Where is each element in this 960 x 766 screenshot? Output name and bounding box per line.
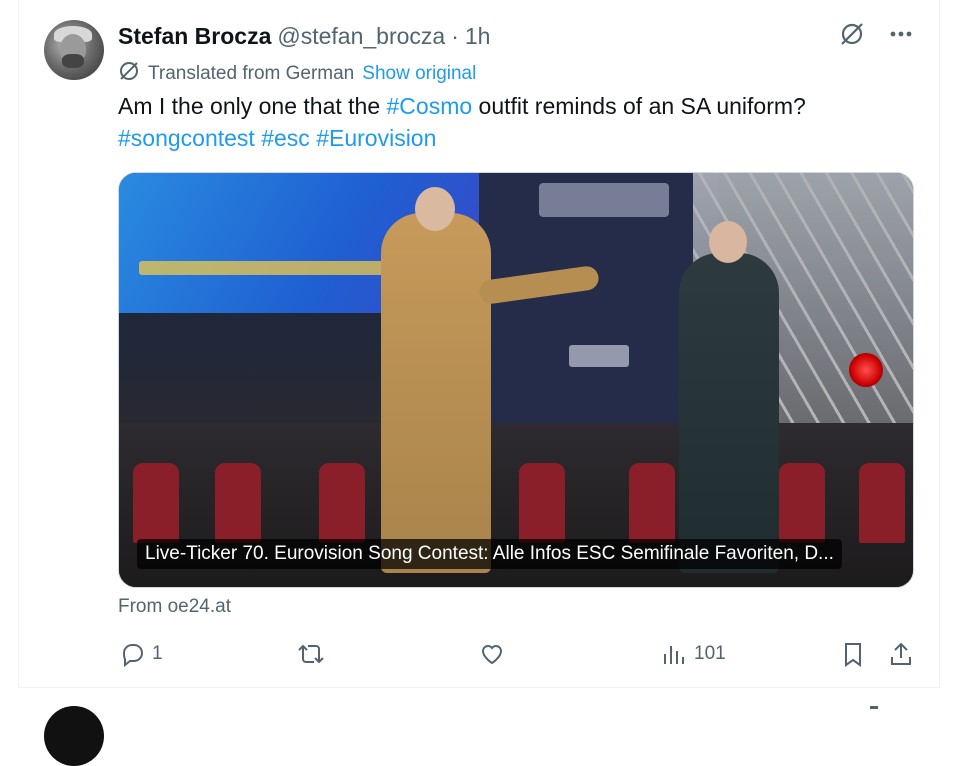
- performer-1-head: [415, 187, 455, 231]
- next-tweet-avatar[interactable]: [44, 706, 104, 766]
- reply-button[interactable]: 1: [118, 640, 163, 668]
- tweet-text-part2: outfit reminds of an SA uniform?: [472, 93, 806, 119]
- separator-dot: ·: [451, 22, 459, 49]
- performer-2-head: [709, 221, 747, 263]
- chair: [859, 463, 905, 543]
- chair: [629, 463, 675, 543]
- chair: [215, 463, 261, 543]
- timestamp[interactable]: 1h: [465, 23, 491, 50]
- translation-notice: Translated from German Show original: [118, 60, 476, 88]
- link-source[interactable]: From oe24.at: [118, 596, 231, 618]
- tweet-text-part1: Am I the only one that the: [118, 93, 387, 119]
- bookmark-button[interactable]: [840, 640, 866, 668]
- like-button[interactable]: [478, 640, 506, 668]
- avatar-beard: [62, 54, 84, 68]
- action-bar: 1 101: [118, 640, 914, 672]
- retweet-icon: [296, 640, 326, 668]
- top-icons: [838, 20, 914, 48]
- grok-icon[interactable]: [838, 20, 866, 48]
- views-button[interactable]: 101: [660, 640, 726, 668]
- retweet-button[interactable]: [296, 640, 326, 668]
- share-icon: [888, 640, 914, 668]
- performer-2: [679, 221, 779, 573]
- ebu-logo: [569, 345, 629, 367]
- hashtag-esc[interactable]: #esc: [261, 125, 310, 151]
- chair: [519, 463, 565, 543]
- link-card-caption[interactable]: Live-Ticker 70. Eurovision Song Contest:…: [137, 539, 842, 569]
- hashtag-cosmo[interactable]: #Cosmo: [387, 93, 473, 119]
- reply-icon: [118, 640, 146, 668]
- tweet-header: Stefan Brocza @stefan_brocza · 1h: [118, 20, 490, 52]
- like-icon: [478, 640, 506, 668]
- author-name[interactable]: Stefan Brocza: [118, 23, 271, 50]
- translate-icon: [118, 60, 140, 88]
- reply-count: 1: [152, 643, 163, 664]
- more-icon[interactable]: [888, 21, 914, 47]
- chair: [779, 463, 825, 543]
- contest-logo: [539, 183, 669, 217]
- link-card-image[interactable]: Live-Ticker 70. Eurovision Song Contest:…: [118, 172, 914, 588]
- next-tweet-more-icon[interactable]: [870, 706, 878, 709]
- avatar[interactable]: [44, 20, 104, 80]
- chair: [133, 463, 179, 543]
- hashtag-songcontest[interactable]: #songcontest: [118, 125, 255, 151]
- chair: [319, 463, 365, 543]
- performer-1: [381, 187, 491, 573]
- tweet-text: Am I the only one that the #Cosmo outfit…: [118, 90, 908, 154]
- bookmark-icon: [840, 640, 866, 668]
- show-original-link[interactable]: Show original: [362, 63, 476, 85]
- share-button[interactable]: [888, 640, 914, 668]
- views-count: 101: [694, 643, 726, 664]
- hashtag-eurovision[interactable]: #Eurovision: [316, 125, 436, 151]
- translated-label: Translated from German: [148, 63, 355, 84]
- stage-light: [849, 353, 883, 387]
- author-handle[interactable]: @stefan_brocza: [277, 23, 445, 50]
- views-icon: [660, 640, 688, 668]
